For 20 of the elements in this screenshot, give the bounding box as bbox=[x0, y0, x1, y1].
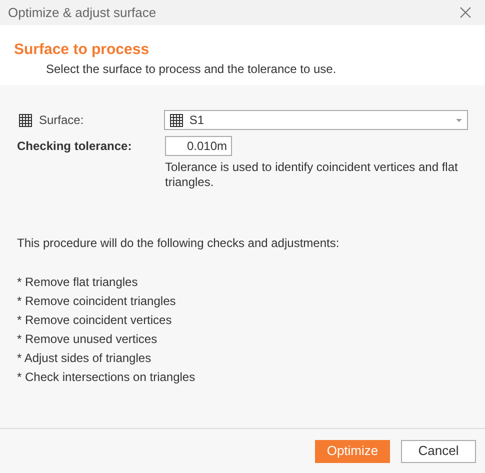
grid-icon bbox=[19, 114, 32, 126]
check-item: * Remove flat triangles bbox=[17, 274, 139, 291]
procedure-intro: This procedure will do the following checks and adjustments: bbox=[17, 235, 340, 252]
check-item: * Remove coincident vertices bbox=[17, 312, 173, 329]
section-subtitle: Select the surface to process and the tolerance to use. bbox=[45, 61, 338, 78]
check-item: * Remove unused vertices bbox=[17, 331, 158, 348]
check-item: * Check intersections on triangles bbox=[17, 369, 196, 386]
field-label: Surface: bbox=[39, 112, 84, 129]
help-text: Tolerance is used to identify coincident vertices and flat triangles. bbox=[165, 160, 459, 190]
window-title: Optimize & adjust surface bbox=[8, 4, 156, 22]
check-item: * Remove coincident triangles bbox=[17, 293, 177, 310]
grid-icon bbox=[170, 114, 184, 126]
check-item: * Adjust sides of triangles bbox=[17, 350, 152, 367]
cancel-button[interactable]: Cancel bbox=[401, 440, 476, 462]
tolerance-field[interactable]: 0.010m bbox=[165, 136, 232, 156]
caret-icon bbox=[456, 118, 462, 122]
field-label: Checking tolerance: bbox=[17, 138, 133, 155]
section-title: Surface to process bbox=[14, 41, 150, 59]
surface-dropdown[interactable]: S1 bbox=[164, 110, 468, 130]
close-icon[interactable] bbox=[460, 7, 471, 18]
